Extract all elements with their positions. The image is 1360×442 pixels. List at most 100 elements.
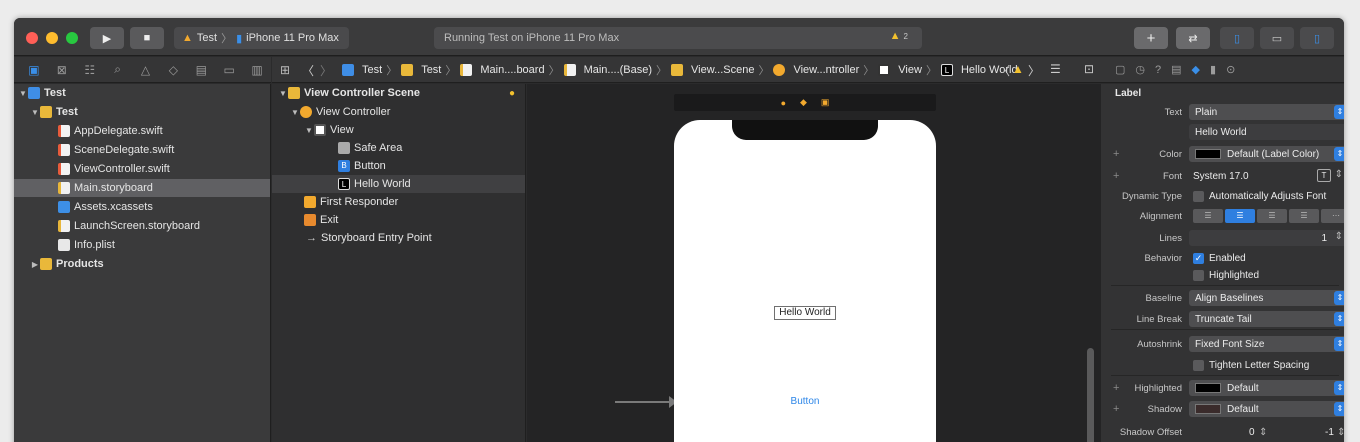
disclosure-down-icon[interactable]: ▼ — [278, 89, 288, 98]
nav-item-products[interactable]: ▶ Products — [14, 255, 270, 273]
plus-icon[interactable]: + — [1113, 170, 1119, 182]
issue-next-icon[interactable]: 〉 — [1028, 62, 1040, 79]
outline-item-view-controller[interactable]: ▼ View Controller — [272, 103, 525, 121]
debug-icon[interactable]: ▤ — [187, 63, 215, 77]
stepper-icon[interactable]: ⇕ — [1335, 231, 1343, 242]
outline-scene[interactable]: ▼ View Controller Scene ● — [272, 84, 525, 102]
plus-icon[interactable]: + — [1113, 148, 1119, 160]
line-break-popup[interactable]: Truncate Tail ⇕ — [1189, 311, 1344, 327]
plus-icon[interactable]: + — [1113, 382, 1119, 394]
toggle-navigator-button[interactable]: ▯ — [1220, 27, 1254, 49]
enabled-checkbox[interactable]: ✓ Enabled — [1189, 250, 1344, 266]
minimize-window-button[interactable] — [46, 32, 58, 44]
warning-icon[interactable]: ▲ — [1012, 62, 1024, 76]
add-editor-icon[interactable]: ⊡ — [1084, 62, 1094, 76]
first-responder-icon[interactable]: ◆ — [800, 97, 807, 108]
stepper-icon[interactable]: ⇕ — [1259, 427, 1267, 438]
entry-point-arrow[interactable] — [615, 396, 677, 408]
nav-item-info-plist[interactable]: Info.plist — [14, 236, 270, 254]
toggle-inspector-button[interactable]: ▯ — [1300, 27, 1334, 49]
editor-options-icon[interactable]: ☰ — [1050, 62, 1061, 76]
font-field[interactable]: System 17.0 T ⇕ — [1189, 168, 1344, 184]
shadow-offset-width[interactable]: 0 — [1249, 427, 1255, 438]
attributes-icon[interactable]: ◆ — [1192, 63, 1200, 76]
breadcrumb-item[interactable]: Test — [342, 64, 382, 76]
shadow-offset-height[interactable]: -1 — [1325, 427, 1334, 438]
shadow-color-popup[interactable]: Default ⇕ — [1189, 401, 1344, 417]
issue-icon[interactable]: △ — [132, 63, 160, 77]
align-justify-icon[interactable]: ☰ — [1289, 209, 1319, 223]
report-icon[interactable]: ▥ — [243, 63, 271, 77]
exit-icon[interactable]: ▣ — [821, 97, 830, 108]
run-button[interactable]: ▶ — [90, 27, 124, 49]
disclosure-down-icon[interactable]: ▼ — [18, 89, 28, 98]
issue-prev-icon[interactable]: 〈 — [998, 62, 1010, 79]
connections-icon[interactable]: ⊙ — [1226, 63, 1235, 76]
breadcrumb-item[interactable]: Test — [401, 64, 441, 76]
storyboard-canvas[interactable]: ● ◆ ▣ Hello World Button — [527, 84, 1101, 442]
highlighted-color-popup[interactable]: Default ⇕ — [1189, 380, 1344, 396]
breadcrumb-item[interactable]: View...ntroller — [773, 64, 859, 76]
identity-icon[interactable]: ▤ — [1171, 63, 1181, 76]
toggle-debug-area-button[interactable]: ▭ — [1260, 27, 1294, 49]
outline-item-exit[interactable]: Exit — [272, 211, 525, 229]
outline-item-hello-world[interactable]: L Hello World — [272, 175, 525, 193]
highlighted-checkbox[interactable]: Highlighted — [1189, 267, 1344, 283]
help-icon[interactable]: ? — [1155, 64, 1161, 76]
lines-field[interactable]: 1 ⇕ — [1189, 230, 1344, 246]
nav-item-test-project[interactable]: ▼ Test — [14, 84, 270, 102]
align-natural-icon[interactable]: ⋯ — [1321, 209, 1344, 223]
nav-item-viewcontroller[interactable]: ViewController.swift — [14, 160, 270, 178]
stop-button[interactable]: ■ — [130, 27, 164, 49]
align-right-icon[interactable]: ☰ — [1257, 209, 1287, 223]
file-inspector-icon[interactable]: ▢ — [1115, 63, 1125, 76]
plus-icon[interactable]: + — [1113, 403, 1119, 415]
outline-item-safe-area[interactable]: Safe Area — [272, 139, 525, 157]
outline-item-first-responder[interactable]: First Responder — [272, 193, 525, 211]
stepper-icon[interactable]: ⇕ — [1335, 169, 1343, 180]
breadcrumb-item[interactable]: View...Scene — [671, 64, 754, 76]
nav-item-main-storyboard[interactable]: Main.storyboard — [14, 179, 270, 197]
align-center-icon[interactable]: ☰ — [1225, 209, 1255, 223]
nav-item-test-folder[interactable]: ▼ Test — [14, 103, 270, 121]
view-controller-icon[interactable]: ● — [781, 98, 786, 108]
text-field[interactable]: Hello World — [1189, 124, 1344, 140]
breakpoint-icon[interactable]: ▭ — [215, 63, 243, 77]
nav-item-assets[interactable]: Assets.xcassets — [14, 198, 270, 216]
back-icon[interactable]: 〈 — [302, 62, 314, 79]
align-left-icon[interactable]: ☰ — [1193, 209, 1223, 223]
scheme-selector[interactable]: ▲ Test 〉 ▮ iPhone 11 Pro Max — [174, 27, 349, 49]
font-picker-icon[interactable]: T — [1317, 169, 1331, 182]
canvas-button[interactable]: Button — [674, 396, 936, 407]
breadcrumb-item[interactable]: View — [878, 64, 922, 76]
breadcrumb-item[interactable]: Main....board — [460, 64, 545, 76]
folder-icon[interactable]: ▣ — [20, 63, 48, 77]
nav-item-scenedelegate[interactable]: SceneDelegate.swift — [14, 141, 270, 159]
autoshrink-popup[interactable]: Fixed Font Size ⇕ — [1189, 336, 1344, 352]
test-icon[interactable]: ◇ — [159, 63, 187, 77]
zoom-window-button[interactable] — [66, 32, 78, 44]
outline-item-view[interactable]: ▼ View — [272, 121, 525, 139]
outline-item-button[interactable]: B Button — [272, 157, 525, 175]
dynamic-type-checkbox[interactable]: Automatically Adjusts Font — [1189, 188, 1344, 204]
disclosure-down-icon[interactable]: ▼ — [304, 126, 314, 135]
warning-indicator[interactable]: ▲ 2 — [890, 30, 908, 42]
source-control-icon[interactable]: ⊠ — [48, 63, 76, 77]
color-popup[interactable]: Default (Label Color) ⇕ — [1189, 146, 1344, 162]
history-icon[interactable]: ◷ — [1135, 63, 1145, 76]
hello-world-label[interactable]: Hello World — [774, 306, 836, 320]
disclosure-down-icon[interactable]: ▼ — [290, 108, 300, 117]
disclosure-right-icon[interactable]: ▶ — [30, 260, 40, 269]
stepper-icon[interactable]: ⇕ — [1337, 427, 1344, 438]
nav-item-appdelegate[interactable]: AppDelegate.swift — [14, 122, 270, 140]
outline-item-entry-point[interactable]: → Storyboard Entry Point — [272, 229, 525, 247]
tighten-checkbox[interactable]: Tighten Letter Spacing — [1189, 357, 1344, 373]
find-icon[interactable]: ⌕ — [104, 62, 132, 77]
related-items-icon[interactable]: ⊞ — [280, 63, 290, 77]
text-type-popup[interactable]: Plain ⇕ — [1189, 104, 1344, 120]
vertical-scrollbar[interactable] — [1087, 348, 1094, 442]
close-window-button[interactable] — [26, 32, 38, 44]
nav-item-launchscreen[interactable]: LaunchScreen.storyboard — [14, 217, 270, 235]
disclosure-down-icon[interactable]: ▼ — [30, 108, 40, 117]
breadcrumb-item[interactable]: Main....(Base) — [563, 64, 652, 76]
